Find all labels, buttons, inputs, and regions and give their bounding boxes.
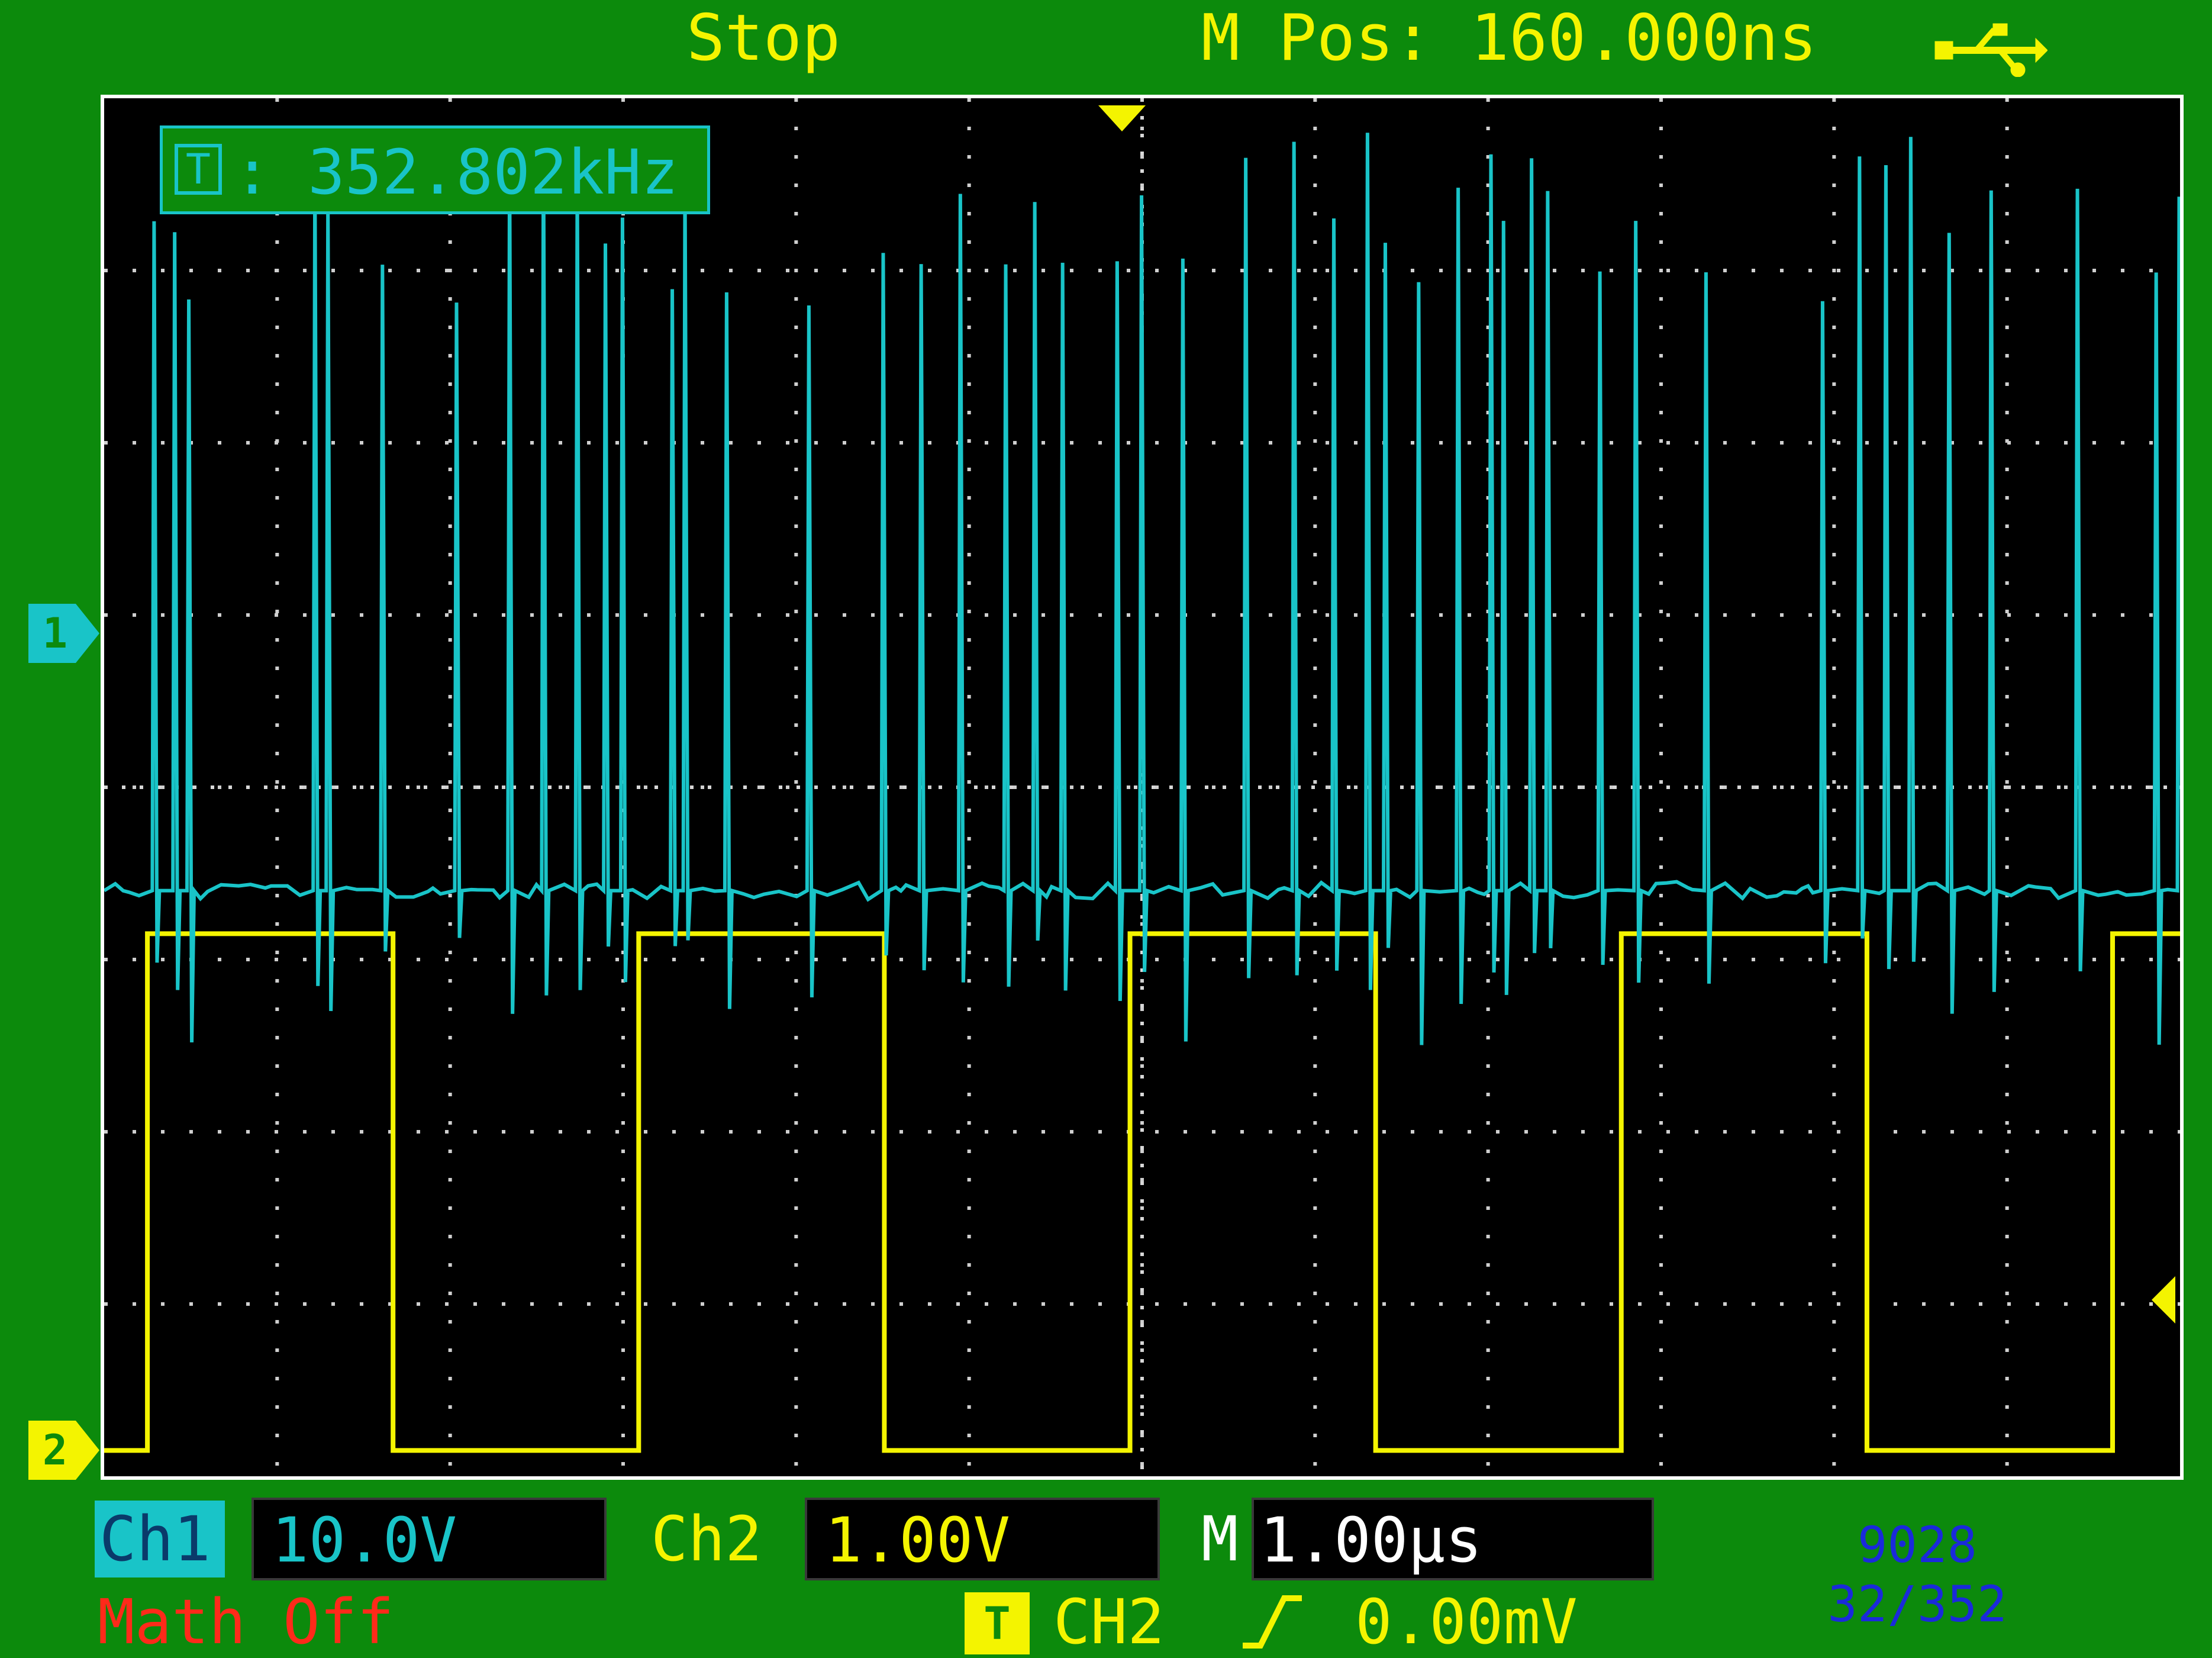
timebase-label[interactable]: M	[1201, 1501, 1239, 1577]
frequency-measurement: T : 352.802kHz	[160, 125, 710, 214]
ch1-label[interactable]: Ch1	[95, 1501, 225, 1577]
run-status: Stop	[686, 1, 841, 75]
watermark-line2: 32/352	[1827, 1575, 2007, 1633]
ch2-marker-label: 2	[42, 1426, 68, 1475]
trigger-freq-icon: T	[175, 144, 222, 195]
waveform-display: T : 352.802kHz	[101, 95, 2184, 1480]
waveform-plot	[104, 98, 2180, 1476]
math-status[interactable]: Math Off	[98, 1586, 394, 1657]
timebase-value: 1.00µs	[1260, 1504, 1482, 1576]
trigger-level[interactable]: 0.00mV	[1355, 1586, 1578, 1657]
trigger-level-marker	[2152, 1276, 2175, 1324]
timebase-panel[interactable]: 1.00µs	[1252, 1498, 1654, 1580]
ch2-scale-panel[interactable]: 1.00V	[805, 1498, 1160, 1580]
horizontal-position-readout: M Pos: 160.000ns	[1201, 1, 1817, 75]
ch1-marker-label: 1	[42, 609, 68, 658]
trigger-source[interactable]: CH2	[1053, 1586, 1165, 1657]
frequency-value: : 352.802kHz	[234, 136, 679, 208]
ch2-position-marker[interactable]: 2	[28, 1421, 99, 1480]
ch2-trace	[104, 931, 2180, 1453]
ch1-position-marker[interactable]: 1	[28, 604, 99, 663]
trigger-position-marker	[1098, 105, 1146, 131]
ch1-scale-value: 10.0V	[272, 1504, 457, 1576]
ch2-label[interactable]: Ch2	[651, 1501, 762, 1577]
watermark-line1: 9028	[1857, 1516, 1978, 1574]
ch1-scale-panel[interactable]: 10.0V	[251, 1498, 607, 1580]
ch2-waveform	[104, 931, 2180, 1453]
usb-icon	[1934, 23, 2047, 77]
rising-edge-icon	[1243, 1595, 1302, 1649]
ch2-scale-value: 1.00V	[825, 1504, 1011, 1576]
trigger-icon: T	[965, 1592, 1030, 1654]
